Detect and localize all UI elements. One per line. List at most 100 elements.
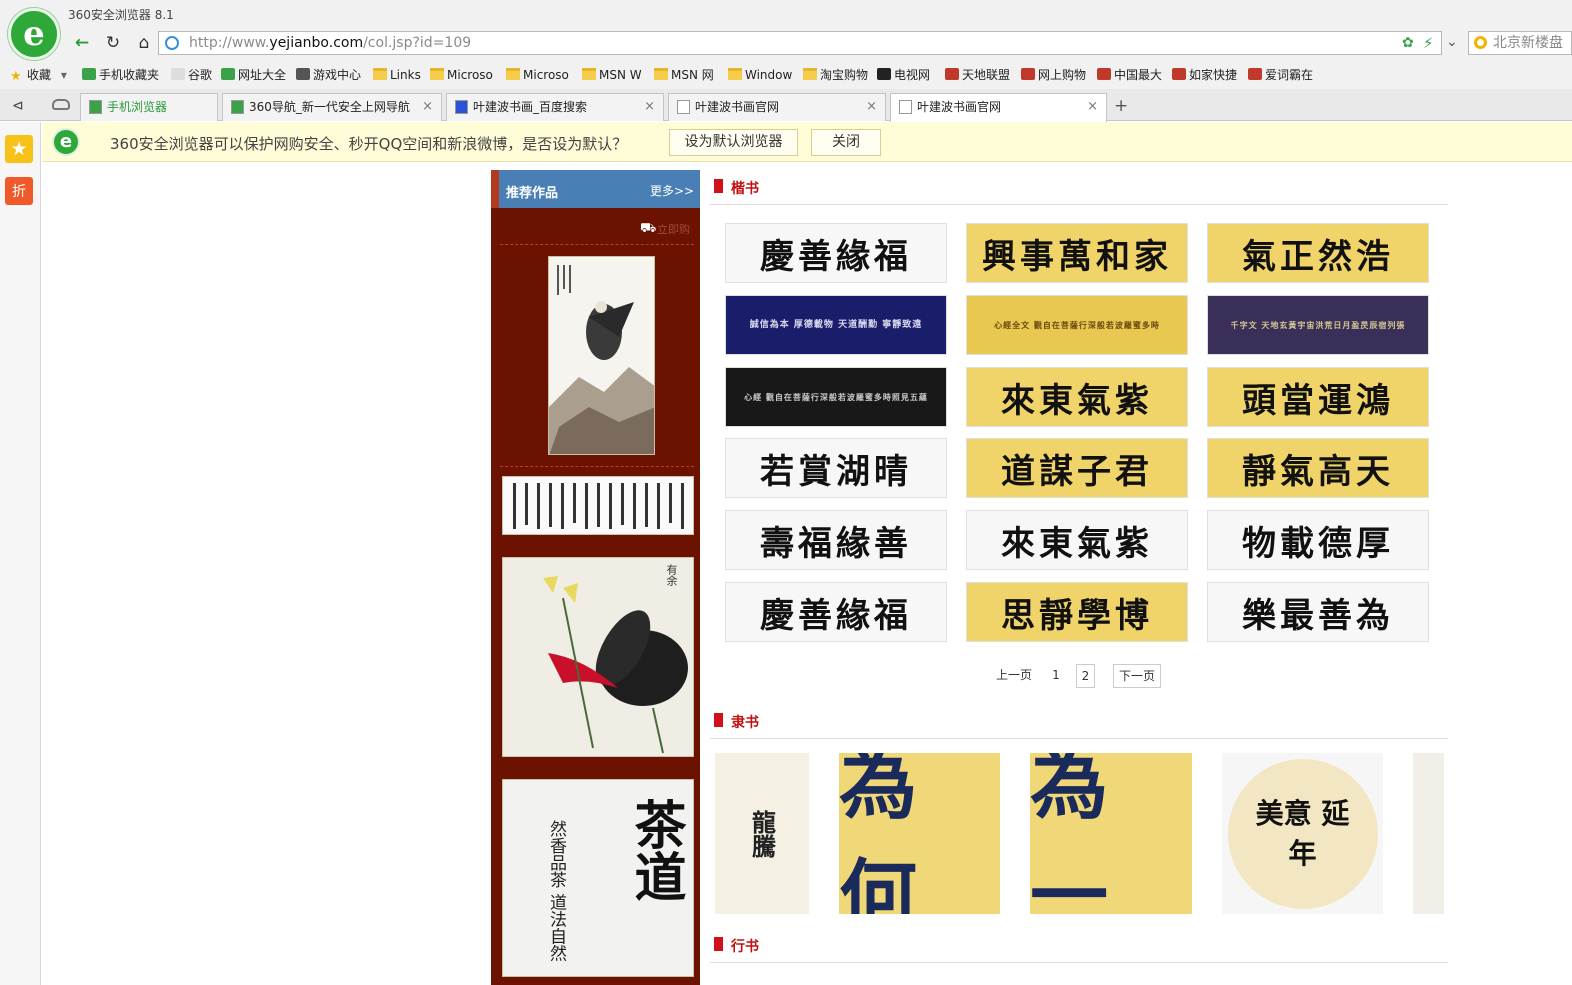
tea-calligraphy-small: 然香品茶 道法自然	[546, 820, 566, 962]
calligraphy-artwork[interactable]: 來東氣紫	[966, 510, 1188, 570]
calligraphy-artwork[interactable]: 思靜學博	[966, 582, 1188, 642]
calligraphy-artwork[interactable]: 千字文 天地玄黃宇宙洪荒日月盈昃辰宿列張	[1207, 295, 1429, 355]
eagle-painting-thumbnail[interactable]	[548, 256, 655, 455]
calligraphy-scroll-image	[503, 477, 693, 534]
calligraphy-artwork[interactable]: 慶善緣福	[725, 223, 947, 283]
back-button[interactable]: ←	[70, 33, 94, 53]
address-dropdown-icon[interactable]: ⌄	[1446, 34, 1458, 50]
tab[interactable]: 手机浏览器	[80, 93, 218, 121]
discount-icon[interactable]: 折	[5, 177, 33, 205]
bookmark-label: 手机收藏夹	[99, 68, 160, 82]
recommended-more-link[interactable]: 更多>>	[650, 182, 694, 199]
bookmark-item[interactable]: 淘宝购物	[803, 66, 868, 84]
bookmark-item[interactable]: MSN W	[582, 66, 642, 84]
round-fan-artwork: 美意 延年	[1227, 758, 1378, 909]
cart-icon[interactable]: ⛟	[640, 221, 656, 238]
section-title[interactable]: 隶书	[731, 712, 759, 732]
bookmark-label: Window	[745, 68, 793, 82]
star-icon: ★	[10, 69, 22, 84]
section-divider	[710, 962, 1448, 963]
artwork-characters: 為 一	[1030, 753, 1109, 914]
speed-mode-icon[interactable]: ⚡	[1423, 34, 1434, 52]
calligraphy-artwork[interactable]: 心經全文 觀自在菩薩行深般若波羅蜜多時	[966, 295, 1188, 355]
calligraphy-artwork[interactable]: 頭當運鴻	[1207, 367, 1429, 427]
tab-close-icon[interactable]: ×	[1087, 94, 1098, 120]
section-title[interactable]: 行书	[731, 936, 759, 956]
tab-list-icon[interactable]: ⊲	[12, 98, 24, 114]
calligraphy-artwork[interactable]: 慶善緣福	[725, 582, 947, 642]
favorites-star-icon[interactable]: ★	[5, 135, 33, 163]
artwork-characters: 興事萬和家	[982, 236, 1172, 277]
page-icon	[171, 68, 185, 80]
bookmark-item[interactable]: Window	[728, 66, 792, 84]
section-title[interactable]: 楷书	[731, 178, 759, 198]
tab-close-icon[interactable]: ×	[866, 94, 877, 120]
tab[interactable]: 360导航_新一代安全上网导航 ×	[222, 93, 442, 121]
pagination-prev[interactable]: 上一页	[996, 664, 1032, 688]
bookmark-item[interactable]: 网上购物	[1021, 66, 1086, 84]
lishu-artwork[interactable]	[1413, 753, 1444, 914]
home-button[interactable]: ⌂	[132, 33, 156, 53]
url-path: /col.jsp?id=109	[363, 35, 472, 51]
bookmark-item[interactable]: 游戏中心	[296, 66, 361, 84]
bookmark-item[interactable]: 爱词霸在	[1248, 66, 1313, 84]
calligraphy-artwork[interactable]: 興事萬和家	[966, 223, 1188, 283]
security-shield-icon[interactable]: ✿	[1402, 35, 1414, 51]
lishu-artwork[interactable]: 龍騰	[715, 753, 809, 914]
bookmark-item[interactable]: Microso	[506, 66, 569, 84]
bookmark-label: 收藏	[27, 68, 52, 82]
bookmark-item[interactable]: 电视网	[877, 66, 930, 84]
bookmark-item[interactable]: 谷歌	[171, 66, 212, 84]
artwork-characters: 千字文 天地玄黃宇宙洪荒日月盈昃辰宿列張	[1230, 319, 1406, 330]
lishu-artwork[interactable]: 為 何	[839, 753, 1000, 914]
bookmark-item[interactable]: 中国最大	[1097, 66, 1162, 84]
page-icon	[677, 100, 690, 114]
artwork-characters: 頭當運鴻	[1242, 380, 1394, 421]
tea-calligraphy-thumbnail[interactable]: 茶道 然香品茶 道法自然	[502, 779, 694, 977]
bookmark-item[interactable]: MSN 网	[654, 66, 714, 84]
notification-logo-letter: e	[59, 131, 73, 152]
bookmark-item[interactable]: Links	[373, 66, 421, 84]
bookmark-dropdown-icon[interactable]: ▾	[57, 68, 67, 82]
calligraphy-artwork[interactable]: 若賞湖晴	[725, 438, 947, 498]
artwork-characters: 慶善緣福	[760, 236, 912, 277]
set-default-button[interactable]: 设为默认浏览器	[669, 129, 798, 156]
calligraphy-artwork[interactable]: 來東氣紫	[966, 367, 1188, 427]
notification-close-button[interactable]: 关闭	[811, 129, 881, 156]
calligraphy-artwork[interactable]: 道謀子君	[966, 438, 1188, 498]
lishu-artwork[interactable]: 為 一	[1030, 753, 1192, 914]
cloud-sync-icon[interactable]	[52, 99, 70, 110]
calligraphy-artwork[interactable]: 樂最善為	[1207, 582, 1429, 642]
bookmark-item[interactable]: 天地联盟	[945, 66, 1010, 84]
pagination-page-1[interactable]: 1	[1050, 664, 1062, 688]
pagination-page-2-current[interactable]: 2	[1076, 664, 1095, 688]
tab-close-icon[interactable]: ×	[422, 94, 433, 120]
lishu-artwork[interactable]: 美意 延年	[1222, 753, 1383, 914]
fish-lotus-painting-thumbnail[interactable]: 有余	[502, 557, 694, 757]
tab[interactable]: 叶建波书画_百度搜索 ×	[446, 93, 664, 121]
tab-active[interactable]: 叶建波书画官网 ×	[890, 93, 1107, 122]
reload-button[interactable]: ↻	[101, 33, 125, 53]
browser-logo-icon[interactable]: e	[8, 8, 60, 60]
bookmark-item[interactable]: ★ 收藏 ▾	[10, 66, 67, 84]
pagination-next[interactable]: 下一页	[1113, 664, 1161, 688]
calligraphy-artwork[interactable]: 誠信為本 厚德載物 天道酬勤 寧靜致遠	[725, 295, 947, 355]
search-engine-icon[interactable]	[1474, 36, 1487, 49]
bookmark-label: 天地联盟	[962, 68, 1011, 82]
calligraphy-artwork[interactable]: 壽福緣善	[725, 510, 947, 570]
bookmark-item[interactable]: 如家快捷	[1172, 66, 1237, 84]
calligraphy-artwork[interactable]: 物載德厚	[1207, 510, 1429, 570]
bookmark-item[interactable]: 网址大全	[221, 66, 286, 84]
calligraphy-scroll-thumbnail[interactable]	[502, 476, 694, 535]
new-tab-button[interactable]: +	[1114, 96, 1128, 116]
address-bar[interactable]: http://www.yejianbo.com/col.jsp?id=109	[158, 31, 1442, 55]
calligraphy-artwork[interactable]: 氣正然浩	[1207, 223, 1429, 283]
calligraphy-artwork[interactable]: 靜氣高天	[1207, 438, 1429, 498]
calligraphy-artwork[interactable]: 心經 觀自在菩薩行深般若波羅蜜多時照見五蘊	[725, 367, 947, 427]
bookmark-item[interactable]: 手机收藏夹	[82, 66, 159, 84]
tab-close-icon[interactable]: ×	[644, 94, 655, 120]
bookmark-item[interactable]: Microso	[430, 66, 493, 84]
tab[interactable]: 叶建波书画官网 ×	[668, 93, 886, 121]
folder-icon	[506, 68, 520, 80]
buy-now-label[interactable]: 立即购	[657, 221, 690, 237]
